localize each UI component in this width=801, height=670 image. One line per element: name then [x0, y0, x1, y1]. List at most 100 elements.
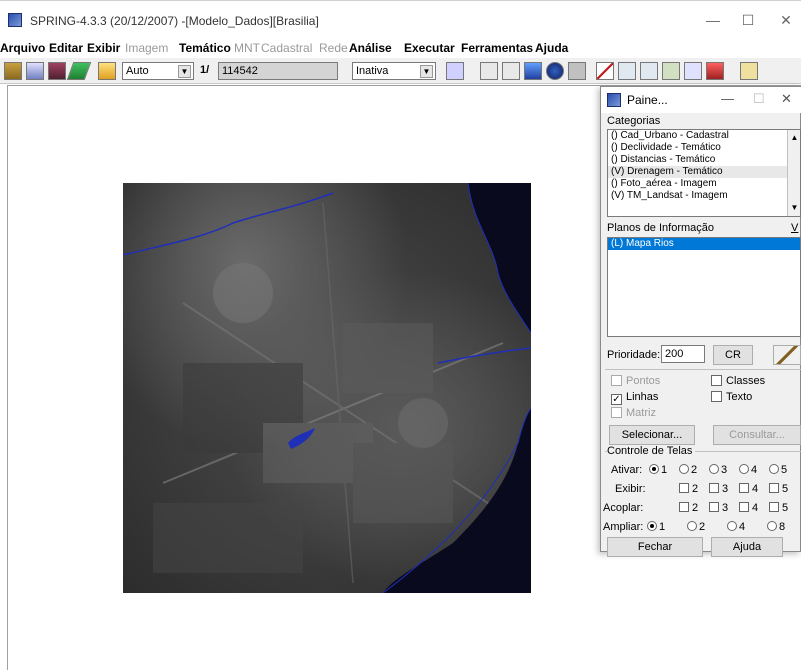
linhas-label: Linhas [626, 391, 659, 403]
exibir-check-3[interactable]: 3 [709, 483, 728, 495]
menu-exibir[interactable]: Exibir [87, 41, 120, 55]
priority-label: Prioridade: [607, 349, 661, 361]
menu-ferramentas[interactable]: Ferramentas [461, 41, 533, 55]
planes-list[interactable]: (L) Mapa Rios [607, 237, 801, 337]
menu-ajuda[interactable]: Ajuda [535, 41, 568, 55]
exibir-5-label: 5 [782, 483, 789, 495]
cr-button[interactable]: CR [713, 345, 753, 365]
chevron-down-icon: ▼ [178, 65, 191, 78]
back-arrow-icon[interactable] [684, 62, 702, 80]
acoplar-check-3[interactable]: 3 [709, 502, 728, 514]
ativar-radio-5[interactable]: 5 [769, 464, 787, 476]
menu-analise[interactable]: Análise [349, 41, 392, 55]
category-item[interactable]: () Distancias - Temático [608, 154, 800, 166]
cursor-mode-select[interactable]: Inativa ▼ [352, 62, 436, 80]
panel-minimize-button[interactable]: — [721, 91, 734, 106]
minimize-button[interactable]: — [703, 11, 723, 29]
menu-cadastral[interactable]: Cadastral [261, 41, 312, 55]
panel-titlebar: Paine... — ☐ ✕ [601, 87, 801, 113]
draw-icon[interactable] [98, 62, 116, 80]
classes-checkbox[interactable]: Classes [711, 375, 765, 387]
menu-executar[interactable]: Executar [404, 41, 455, 55]
acoplar-2-label: 2 [692, 502, 699, 514]
acoplar-check-2[interactable]: 2 [679, 502, 698, 514]
zoom-out-icon[interactable] [640, 62, 658, 80]
scroll-up-icon[interactable]: ▲ [788, 132, 800, 144]
zoom-in-icon[interactable] [618, 62, 636, 80]
categories-list[interactable]: () Cad_Urbano - Cadastral () Declividade… [607, 129, 801, 217]
exibir-label: Exibir: [615, 483, 646, 495]
info-icon[interactable] [546, 62, 564, 80]
menu-mnt[interactable]: MNT [234, 41, 260, 55]
ativar-radio-4[interactable]: 4 [739, 464, 757, 476]
ampliar-1-label: 1 [659, 521, 666, 533]
plane-icon[interactable] [66, 62, 92, 80]
menu-tematico[interactable]: Temático [179, 41, 231, 55]
help-icon[interactable] [740, 62, 758, 80]
categories-scrollbar[interactable]: ▲ ▼ [787, 130, 800, 216]
category-item[interactable]: () Declividade - Temático [608, 142, 800, 154]
panel-close-button[interactable]: ✕ [781, 91, 792, 107]
edit-pencil-icon[interactable] [596, 62, 614, 80]
pontos-label: Pontos [626, 375, 661, 387]
category-item[interactable]: (V) TM_Landsat - Imagem [608, 190, 800, 202]
edit-pencil-icon[interactable] [773, 345, 801, 365]
pan-icon[interactable] [524, 62, 542, 80]
planes-visible-toggle[interactable]: V [791, 222, 798, 234]
ampliar-radio-4[interactable]: 4 [727, 521, 745, 533]
scale-mode-select[interactable]: Auto ▼ [122, 62, 194, 80]
palette-icon[interactable] [446, 62, 464, 80]
close-button[interactable]: ✕ [776, 11, 796, 29]
ampliar-label: Ampliar: [603, 521, 644, 533]
ativar-label: Ativar: [611, 464, 643, 476]
layers-icon[interactable] [48, 62, 66, 80]
exibir-check-5[interactable]: 5 [769, 483, 788, 495]
ativar-radio-3[interactable]: 3 [709, 464, 727, 476]
exibir-4-label: 4 [752, 483, 759, 495]
acoplar-check-4[interactable]: 4 [739, 502, 758, 514]
satellite-image[interactable] [123, 183, 531, 593]
help-button[interactable]: Ajuda [711, 537, 783, 557]
scale-input[interactable]: 114542 [218, 62, 338, 80]
select-button[interactable]: Selecionar... [609, 425, 695, 445]
close-panel-button[interactable]: Fechar [607, 537, 703, 557]
priority-input[interactable]: 200 [661, 345, 705, 363]
cursor-plus-icon[interactable] [502, 62, 520, 80]
ampliar-2-label: 2 [699, 521, 706, 533]
scroll-down-icon[interactable]: ▼ [788, 202, 800, 214]
urban-texture [153, 202, 504, 584]
ativar-radio-1[interactable]: 1 [649, 464, 667, 476]
menu-rede[interactable]: Rede [319, 41, 348, 55]
menu-imagem[interactable]: Imagem [125, 41, 168, 55]
plane-item[interactable]: (L) Mapa Rios [608, 238, 800, 250]
ampliar-radio-2[interactable]: 2 [687, 521, 705, 533]
main-toolbar: Auto ▼ 1/ 114542 Inativa ▼ [0, 58, 801, 84]
texto-checkbox[interactable]: Texto [711, 391, 752, 403]
ativar-4-label: 4 [751, 464, 758, 476]
consult-button[interactable]: Consultar... [713, 425, 801, 445]
category-item[interactable]: () Foto_aérea - Imagem [608, 178, 800, 190]
menu-arquivo[interactable]: Arquivo [0, 41, 45, 55]
maximize-button[interactable]: ☐ [738, 11, 758, 29]
menu-editar[interactable]: Editar [49, 41, 83, 55]
stop-icon[interactable] [706, 62, 724, 80]
category-item[interactable]: (V) Drenagem - Temático [608, 166, 800, 178]
zoom-area-icon[interactable] [662, 62, 680, 80]
window-title: SPRING-4.3.3 (20/12/2007) -[Modelo_Dados… [30, 14, 319, 28]
database-icon[interactable] [4, 62, 22, 80]
ampliar-radio-8[interactable]: 8 [767, 521, 785, 533]
pontos-checkbox[interactable]: Pontos [611, 375, 660, 387]
ampliar-radio-1[interactable]: 1 [647, 521, 665, 533]
exibir-check-2[interactable]: 2 [679, 483, 698, 495]
ativar-radio-2[interactable]: 2 [679, 464, 697, 476]
restore-icon[interactable] [568, 62, 586, 80]
grid-icon[interactable] [480, 62, 498, 80]
acoplar-check-5[interactable]: 5 [769, 502, 788, 514]
ativar-2-label: 2 [691, 464, 698, 476]
project-icon[interactable] [26, 62, 44, 80]
matriz-checkbox[interactable]: Matriz [611, 407, 656, 419]
exibir-check-4[interactable]: 4 [739, 483, 758, 495]
category-item[interactable]: () Cad_Urbano - Cadastral [608, 130, 800, 142]
linhas-checkbox[interactable]: ✓ Linhas [611, 391, 658, 405]
checkmark-icon: ✓ [611, 394, 622, 405]
